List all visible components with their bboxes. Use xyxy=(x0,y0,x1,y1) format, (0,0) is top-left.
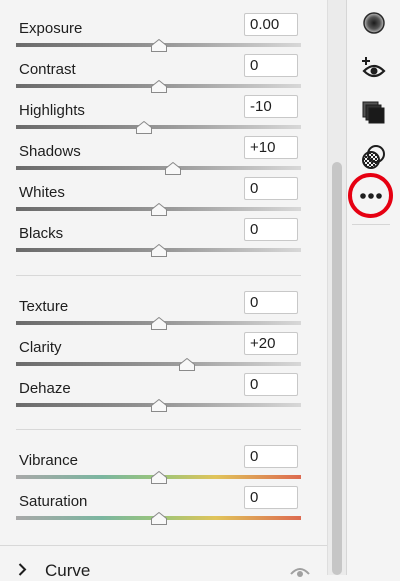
dehaze-slider[interactable]: Dehaze 0 xyxy=(0,373,327,421)
shadows-track[interactable] xyxy=(16,166,301,170)
whites-label: Whites xyxy=(19,184,65,201)
texture-value-input[interactable]: 0 xyxy=(244,291,298,314)
texture-thumb[interactable] xyxy=(150,317,167,330)
curve-section-header[interactable]: Curve xyxy=(0,545,327,580)
masking-icon[interactable] xyxy=(360,9,388,37)
clarity-value-input[interactable]: +20 xyxy=(244,332,298,355)
vibrance-value-input[interactable]: 0 xyxy=(244,445,298,468)
red-eye-icon[interactable] xyxy=(359,54,387,82)
highlights-thumb[interactable] xyxy=(136,121,153,134)
chevron-right-icon[interactable] xyxy=(18,563,27,576)
saturation-slider[interactable]: Saturation 0 xyxy=(0,486,327,534)
saturation-value-input[interactable]: 0 xyxy=(244,486,298,509)
edit-panel: Exposure 0.00 Contrast 0 Highlights -10 … xyxy=(0,0,327,580)
exposure-label: Exposure xyxy=(19,20,83,37)
highlights-value-input[interactable]: -10 xyxy=(244,95,298,118)
contrast-label: Contrast xyxy=(19,61,76,78)
whites-value-input[interactable]: 0 xyxy=(244,177,298,200)
mixer-icon[interactable] xyxy=(360,143,388,171)
highlights-track[interactable] xyxy=(16,125,301,129)
dehaze-value-input[interactable]: 0 xyxy=(244,373,298,396)
texture-label: Texture xyxy=(19,298,69,315)
clarity-track[interactable] xyxy=(16,362,301,366)
blacks-slider[interactable]: Blacks 0 xyxy=(0,218,327,266)
saturation-label: Saturation xyxy=(19,493,88,510)
dehaze-label: Dehaze xyxy=(19,380,71,397)
highlights-label: Highlights xyxy=(19,102,85,119)
clarity-thumb[interactable] xyxy=(179,358,195,371)
blacks-thumb[interactable] xyxy=(150,244,167,257)
scrollbar-thumb[interactable] xyxy=(332,162,342,575)
saturation-thumb[interactable] xyxy=(150,512,167,525)
whites-thumb[interactable] xyxy=(150,203,167,216)
contrast-thumb[interactable] xyxy=(150,80,167,93)
exposure-value-input[interactable]: 0.00 xyxy=(244,13,298,36)
clarity-label: Clarity xyxy=(19,339,62,356)
eye-visibility-icon[interactable] xyxy=(290,566,310,578)
section-divider xyxy=(16,429,301,430)
curve-section-label: Curve xyxy=(45,561,91,580)
shadows-value-input[interactable]: +10 xyxy=(244,136,298,159)
vibrance-thumb[interactable] xyxy=(150,471,167,484)
dehaze-thumb[interactable] xyxy=(150,399,167,412)
blacks-label: Blacks xyxy=(19,225,64,242)
shadows-label: Shadows xyxy=(19,143,81,160)
toolbar-separator xyxy=(352,224,390,225)
shadows-thumb[interactable] xyxy=(164,162,181,175)
vibrance-label: Vibrance xyxy=(19,452,78,469)
right-toolbar xyxy=(346,0,400,575)
section-divider xyxy=(16,275,301,276)
blacks-value-input[interactable]: 0 xyxy=(244,218,298,241)
highlight-circle xyxy=(348,173,393,218)
contrast-value-input[interactable]: 0 xyxy=(244,54,298,77)
exposure-thumb[interactable] xyxy=(150,39,167,52)
panel-scrollbar[interactable] xyxy=(327,0,346,575)
presets-icon[interactable] xyxy=(360,99,388,127)
